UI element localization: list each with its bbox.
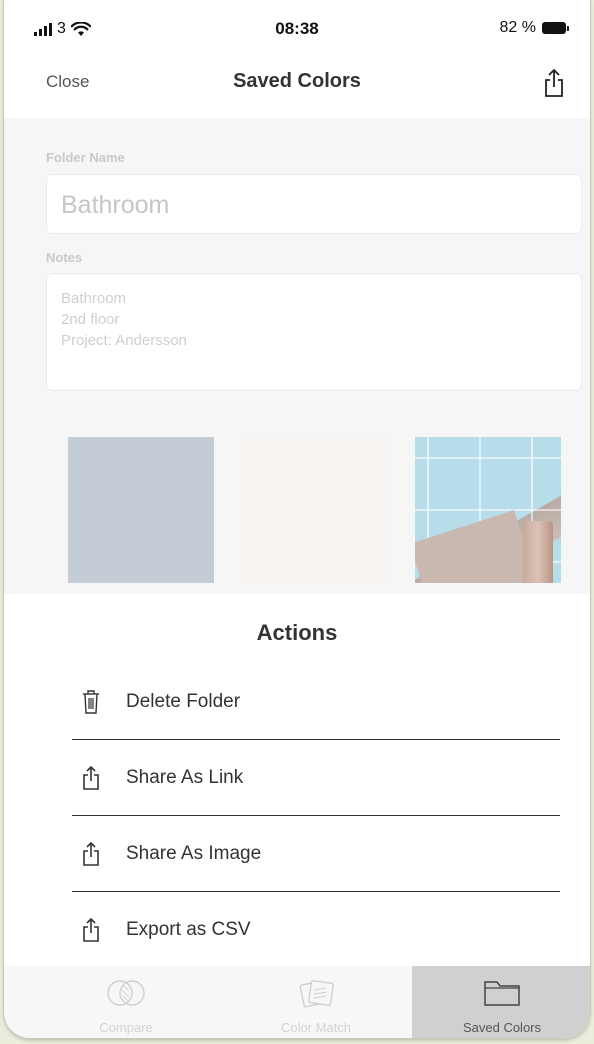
share-as-image-button[interactable]: Share As Image [72, 816, 560, 892]
actions-title: Actions [256, 620, 338, 645]
share-as-link-button[interactable]: Share As Link [72, 740, 560, 816]
tab-color-match[interactable]: Color Match [226, 966, 406, 1038]
color-swatch-photo[interactable] [415, 437, 561, 583]
tab-saved-colors-label: Saved Colors [462, 1020, 542, 1035]
export-csv-button[interactable]: Export as CSV [72, 892, 560, 968]
color-match-icon [299, 980, 334, 1008]
compare-icon [107, 980, 145, 1006]
battery-icon [542, 22, 569, 34]
delete-folder-button[interactable]: Delete Folder [72, 664, 560, 740]
export-csv-label: Export as CSV [126, 919, 251, 940]
status-bar: 3 08:38 82 % [4, 0, 590, 52]
share-icon [80, 765, 102, 791]
folder-name-input[interactable]: Bathroom [46, 174, 582, 234]
navigation-bar: Close Saved Colors [4, 52, 590, 118]
actions-sheet: Actions Delete Folder Share As Link Shar… [4, 594, 590, 966]
phone-frame: 3 08:38 82 % Close Saved Colors Folder N… [4, 0, 590, 1038]
paper-roll [523, 521, 553, 583]
notes-label: Notes [46, 250, 83, 265]
share-icon[interactable] [542, 68, 566, 98]
folder-icon [484, 981, 520, 1006]
folder-name-value: Bathroom [61, 191, 170, 219]
notes-value: Bathroom 2nd floor Project: Andersson [61, 290, 187, 349]
tab-compare-label: Compare [99, 1020, 153, 1035]
delete-folder-label: Delete Folder [126, 691, 241, 712]
battery-percent: 82 % [499, 19, 536, 36]
folder-name-label: Folder Name [46, 150, 125, 165]
tab-bar: Compare Color Match Saved Colors [4, 966, 590, 1038]
share-icon [80, 917, 102, 943]
page-title: Saved Colors [233, 70, 361, 92]
notes-input[interactable]: Bathroom 2nd floor Project: Andersson [46, 273, 582, 391]
trash-icon [80, 689, 102, 715]
color-swatch-1[interactable] [68, 437, 214, 583]
status-right: 82 % [499, 19, 569, 37]
share-as-link-label: Share As Link [126, 767, 244, 788]
tab-compare[interactable]: Compare [36, 966, 216, 1038]
color-swatch-2[interactable] [242, 437, 388, 583]
tab-saved-colors[interactable]: Saved Colors [412, 966, 590, 1038]
share-as-image-label: Share As Image [126, 843, 262, 864]
share-icon [80, 841, 102, 867]
tab-color-match-label: Color Match [280, 1020, 352, 1035]
